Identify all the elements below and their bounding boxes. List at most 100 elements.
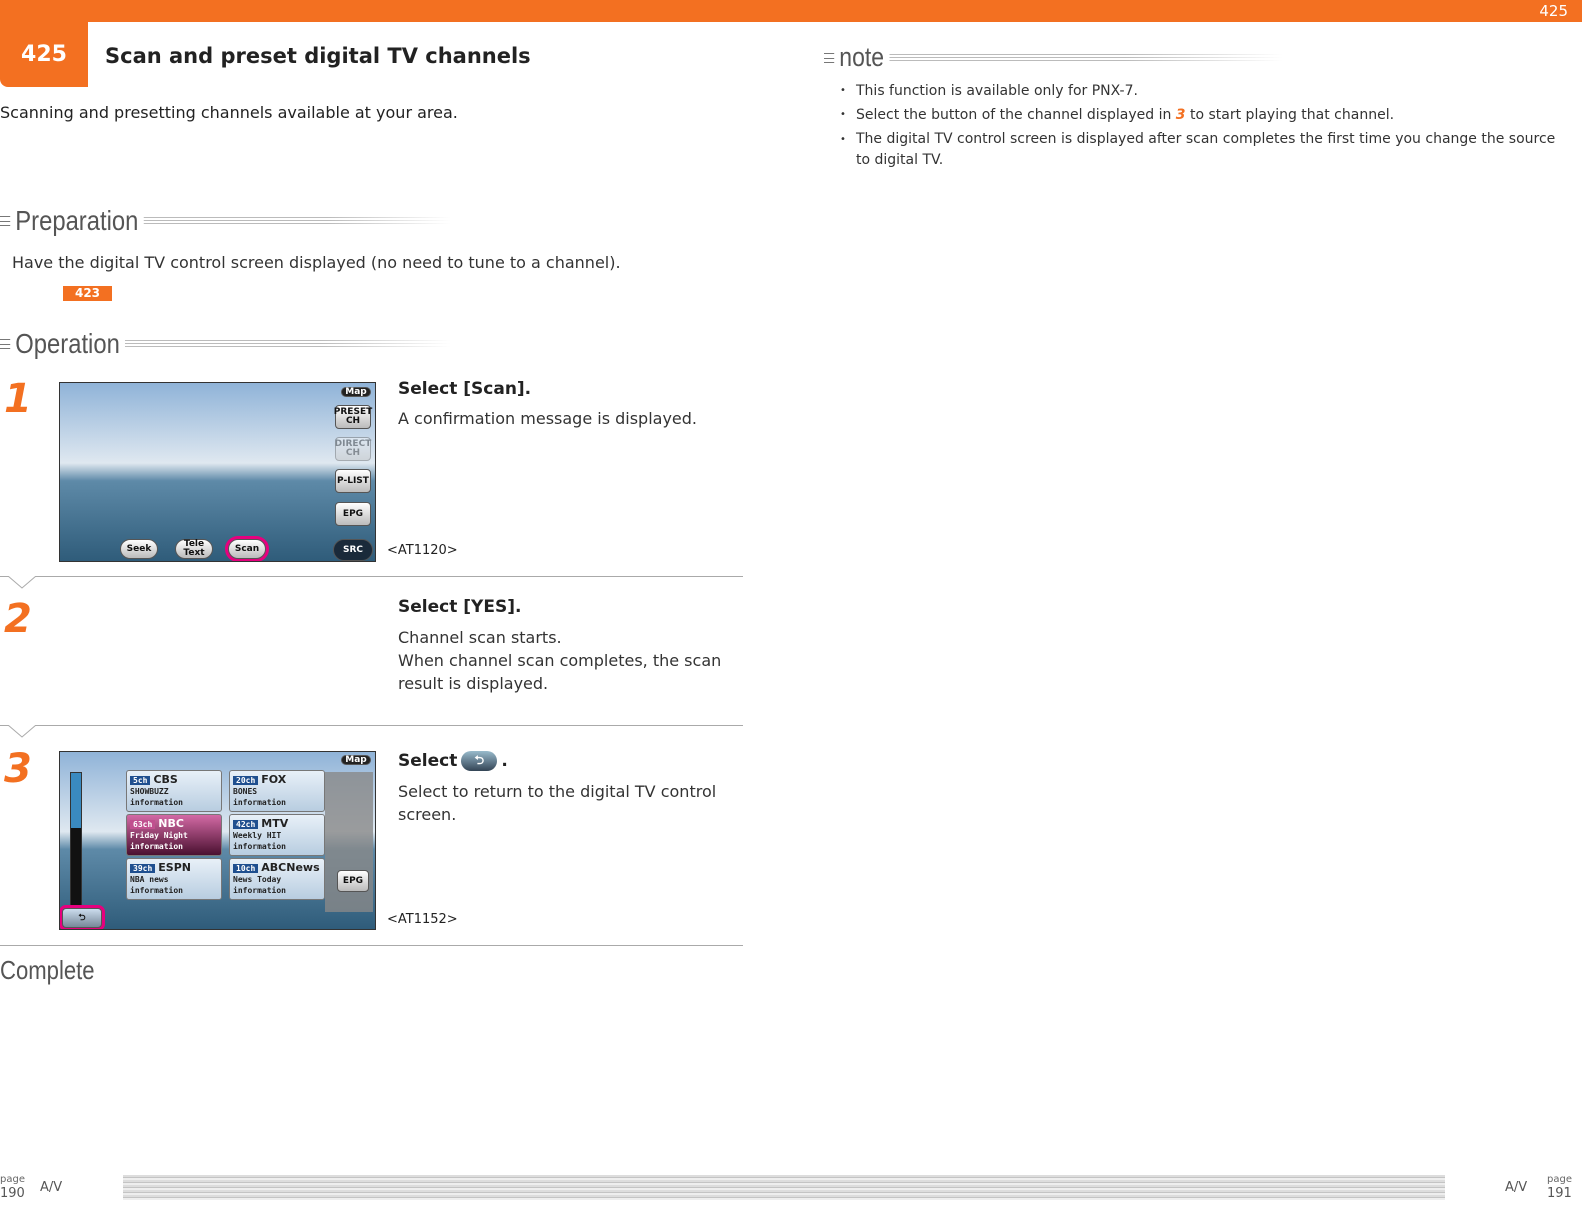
footer-section: A/V	[1505, 1180, 1528, 1195]
note-item: This function is available only for PNX-…	[832, 79, 1567, 103]
menu-lines-icon	[0, 339, 11, 349]
channel-number: 10ch	[233, 864, 259, 873]
complete-label: Complete	[0, 955, 95, 985]
channel-tile: 39ch ESPN NBA news information	[126, 858, 222, 900]
back-button: ⮌	[60, 905, 105, 929]
menu-lines-icon	[0, 216, 11, 226]
step-line: Channel scan starts.	[398, 628, 562, 647]
scan-button: Scan	[225, 536, 269, 561]
step-divider	[0, 945, 743, 946]
screenshot-at1120: Map PRESET CH DIRECT CH P-LIST EPG SRC S…	[59, 382, 376, 562]
src-button: SRC	[333, 539, 373, 561]
step-number: 1	[4, 376, 32, 422]
direct-ch-button: DIRECT CH	[335, 437, 371, 461]
scrollbar	[70, 772, 82, 912]
preparation-heading: Preparation	[0, 205, 530, 237]
step-title-suffix: .	[501, 751, 508, 771]
channel-name: FOX	[261, 773, 287, 786]
note-text: Select the button of the channel display…	[856, 107, 1172, 123]
step-title-text: Select	[398, 751, 458, 771]
seek-button: Seek	[120, 539, 158, 559]
channel-number: 42ch	[233, 820, 259, 829]
step-number: 3	[4, 746, 32, 792]
screen-caption: <AT1120>	[387, 543, 458, 558]
program-name: Friday Night	[130, 831, 188, 840]
channel-number: 5ch	[130, 776, 151, 785]
preset-ch-button: PRESET CH	[334, 405, 372, 429]
step-text: A confirmation message is displayed.	[398, 409, 698, 428]
note-item: The digital TV control screen is display…	[832, 129, 1567, 171]
channel-number: 63ch	[130, 820, 156, 829]
footer-section: A/V	[40, 1180, 63, 1195]
program-name: BONES	[233, 787, 258, 796]
map-button: Map	[341, 755, 371, 765]
menu-lines-icon	[824, 52, 835, 63]
step-text: Channel scan starts. When channel scan c…	[398, 626, 743, 695]
page-subtitle: Scanning and presetting channels availab…	[0, 103, 458, 122]
footer-page-number: 191	[1547, 1186, 1572, 1201]
channel-number: 39ch	[130, 864, 156, 873]
note-item: Select the button of the channel display…	[832, 103, 1567, 127]
step-title: Select [Scan].	[398, 379, 532, 399]
epg-button: EPG	[337, 870, 369, 892]
channel-name: CBS	[153, 773, 178, 786]
plist-button: P-LIST	[335, 469, 371, 493]
program-info: information	[130, 842, 183, 851]
step-divider	[0, 576, 743, 577]
channel-name: NBC	[158, 817, 184, 830]
program-name: SHOWBUZZ	[130, 787, 169, 796]
program-info: information	[233, 886, 286, 895]
preparation-text: Have the digital TV control screen displ…	[12, 253, 621, 272]
channel-number: 20ch	[233, 776, 259, 785]
footer-page-number: 190	[0, 1186, 25, 1201]
heading-text: note	[839, 42, 884, 72]
screen-caption: <AT1152>	[387, 912, 458, 927]
channel-name: ABCNews	[261, 861, 320, 874]
divider-notch	[7, 725, 37, 738]
program-name: Weekly HIT	[233, 831, 282, 840]
step-number: 2	[4, 596, 32, 642]
screenshot-at1152: Map EPG 5ch CBS SHOWBUZZ information 20ch FOX…	[59, 751, 376, 930]
top-section-number: 425	[1539, 2, 1568, 20]
program-info: information	[130, 886, 183, 895]
note-text: to start playing that channel.	[1185, 107, 1395, 123]
footer-page-label: page	[1547, 1174, 1572, 1185]
channel-tile: 42ch MTV Weekly HIT information	[229, 814, 325, 856]
section-badge: 425	[0, 22, 88, 87]
footer-page-label: page	[0, 1174, 25, 1185]
program-name: NBA news	[130, 875, 169, 884]
heading-rule	[143, 217, 451, 225]
step-line: When channel scan completes, the scan re…	[398, 651, 722, 693]
channel-tile: 5ch CBS SHOWBUZZ information	[126, 770, 222, 812]
heading-rule	[124, 340, 451, 348]
epg-button: EPG	[335, 502, 371, 526]
note-list: This function is available only for PNX-…	[832, 79, 1567, 171]
step-ref: 3	[1175, 107, 1186, 123]
heading-rule	[889, 53, 1283, 62]
heading-text: Preparation	[15, 205, 139, 236]
back-icon: ⮌	[461, 751, 498, 771]
operation-heading: Operation	[0, 328, 530, 360]
channel-tile: 10ch ABCNews News Today information	[229, 858, 325, 900]
step-title: Select [YES].	[398, 597, 522, 617]
heading-text: Operation	[15, 328, 120, 359]
teletext-button: Tele Text	[175, 539, 213, 559]
channel-tile: 63ch NBC Friday Night information	[126, 814, 222, 856]
footer-bar	[123, 1175, 1445, 1200]
top-bar	[0, 0, 1582, 22]
program-info: information	[130, 798, 183, 807]
channel-tile: 20ch FOX BONES information	[229, 770, 325, 812]
channel-name: MTV	[261, 817, 289, 830]
map-button: Map	[341, 387, 371, 397]
program-info: information	[233, 798, 286, 807]
page-title: Scan and preset digital TV channels	[105, 44, 531, 68]
divider-notch	[7, 576, 37, 589]
channel-name: ESPN	[158, 861, 191, 874]
step-text: Select to return to the digital TV contr…	[398, 782, 717, 824]
program-name: News Today	[233, 875, 282, 884]
program-info: information	[233, 842, 286, 851]
step-title: Select ⮌ .	[398, 751, 508, 771]
step-divider	[0, 725, 743, 726]
page-ref-link[interactable]: 423	[63, 286, 112, 301]
note-heading: note	[824, 42, 1364, 73]
